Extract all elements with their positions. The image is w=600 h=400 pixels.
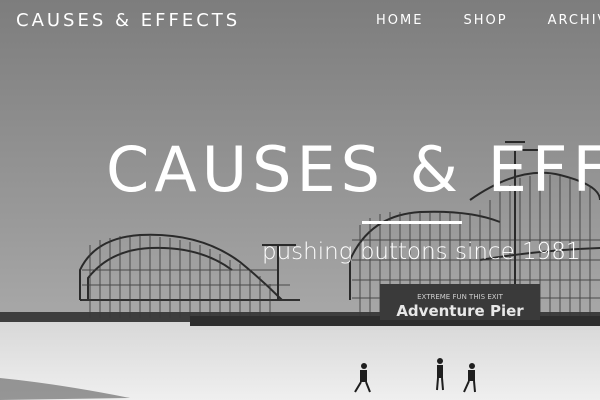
- svg-text:Adventure Pier: Adventure Pier: [396, 302, 524, 320]
- hero-title: CAUSES & EFFECTS: [106, 133, 600, 206]
- site-title[interactable]: CAUSES & EFFECTS: [16, 10, 240, 31]
- svg-text:EXTREME FUN THIS EXIT: EXTREME FUN THIS EXIT: [417, 293, 504, 301]
- nav-archive[interactable]: ARCHIVE: [548, 13, 600, 28]
- adventure-pier-sign: EXTREME FUN THIS EXIT Adventure Pier: [380, 284, 540, 320]
- hero-divider: [362, 221, 462, 224]
- nav-home[interactable]: HOME: [376, 13, 423, 28]
- nav-shop[interactable]: SHOP: [463, 13, 507, 28]
- main-nav: HOME SHOP ARCHIVE: [376, 13, 600, 28]
- hero-banner: EXTREME FUN THIS EXIT Adventure Pier CAU…: [0, 0, 600, 400]
- hero-tagline: pushing buttons since 1981: [262, 239, 581, 265]
